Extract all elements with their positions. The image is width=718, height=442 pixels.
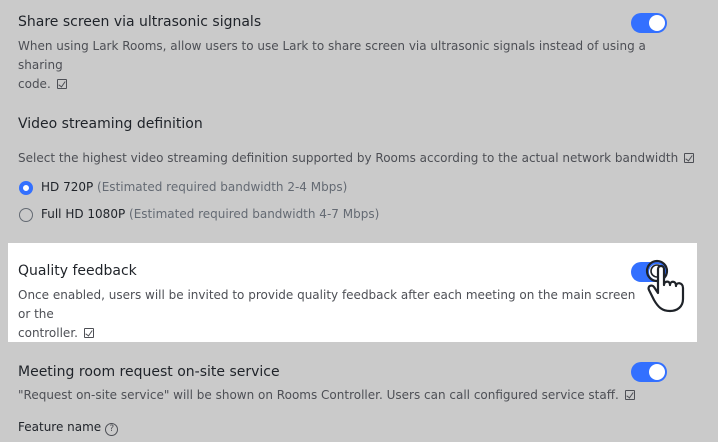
- ultrasonic-description: When using Lark Rooms, allow users to us…: [18, 37, 678, 94]
- quality-desc-line2: controller.: [18, 326, 78, 340]
- option-label: Full HD 1080P: [41, 207, 126, 221]
- external-link-icon[interactable]: [684, 153, 695, 163]
- toggle-knob: [649, 364, 665, 380]
- onsite-service-toggle[interactable]: [631, 362, 667, 382]
- option-hint: (Estimated required bandwidth 4-7 Mbps): [129, 207, 380, 221]
- onsite-service-description: "Request on-site service" will be shown …: [18, 386, 635, 405]
- video-desc-text: Select the highest video streaming defin…: [18, 151, 679, 165]
- quality-feedback-description: Once enabled, users will be invited to p…: [18, 286, 638, 343]
- onsite-desc-text: "Request on-site service" will be shown …: [18, 388, 619, 402]
- external-link-icon[interactable]: [83, 328, 94, 338]
- option-full-hd-1080p[interactable]: Full HD 1080P (Estimated required bandwi…: [41, 207, 379, 221]
- option-label: HD 720P: [41, 180, 94, 194]
- ultrasonic-desc-line2: code.: [18, 77, 51, 91]
- video-definition-description: Select the highest video streaming defin…: [18, 149, 695, 168]
- ultrasonic-desc-line1: When using Lark Rooms, allow users to us…: [18, 39, 646, 72]
- question-circle-icon[interactable]: ?: [105, 423, 119, 436]
- radio-full-hd-1080p[interactable]: [19, 208, 33, 222]
- option-hd-720p[interactable]: HD 720P (Estimated required bandwidth 2-…: [41, 180, 347, 194]
- option-hint: (Estimated required bandwidth 2-4 Mbps): [97, 180, 348, 194]
- external-link-icon[interactable]: [624, 390, 635, 400]
- ultrasonic-toggle[interactable]: [631, 13, 667, 33]
- quality-feedback-title: Quality feedback: [18, 263, 137, 279]
- quality-desc-line1: Once enabled, users will be invited to p…: [18, 288, 636, 321]
- video-definition-title: Video streaming definition: [18, 116, 203, 132]
- ultrasonic-title: Share screen via ultrasonic signals: [18, 14, 262, 30]
- feature-name-label: Feature name?: [18, 418, 119, 437]
- radio-hd-720p[interactable]: [19, 181, 33, 195]
- external-link-icon[interactable]: [56, 79, 67, 89]
- feature-name-text: Feature name: [18, 420, 102, 434]
- onsite-service-title: Meeting room request on-site service: [18, 364, 280, 380]
- toggle-knob: [649, 15, 665, 31]
- hand-pointer-icon: [645, 259, 685, 313]
